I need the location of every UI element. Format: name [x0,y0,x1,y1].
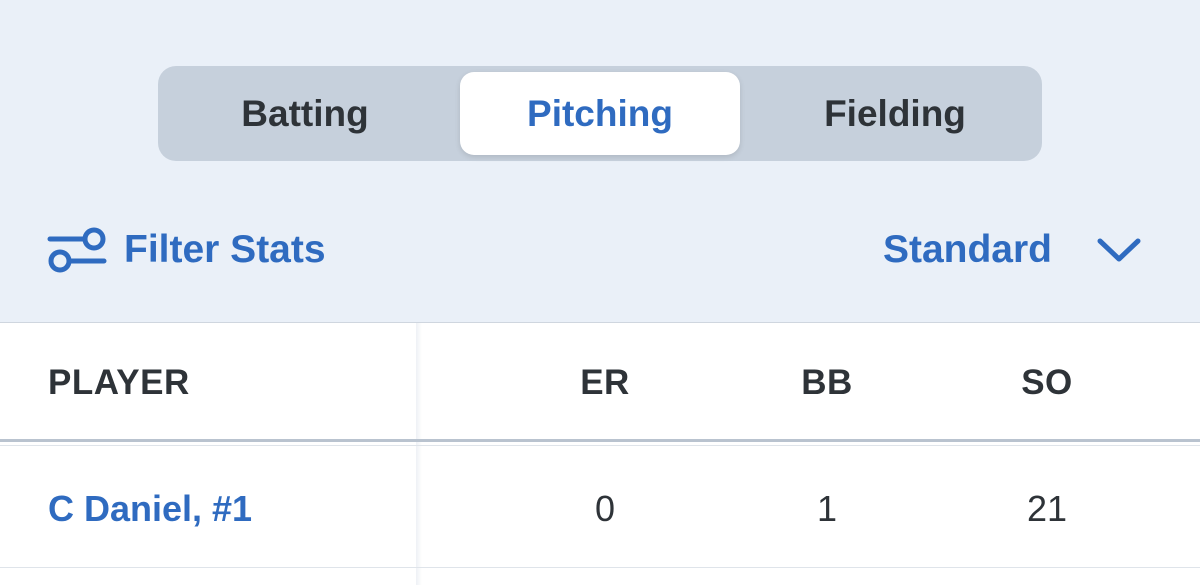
column-header-player[interactable]: PLAYER [48,353,190,413]
column-header-er[interactable]: ER [540,353,670,413]
tab-fielding[interactable]: Fielding [754,72,1036,155]
table-row: C Daniel, #1 0 1 21 [0,447,1200,567]
stat-type-segmented-control: Batting Pitching Fielding [158,66,1042,161]
stat-view-dropdown[interactable]: Standard [883,222,1142,278]
cell-er: 0 [594,488,616,529]
stat-view-selected: Standard [882,228,1052,271]
filter-sliders-icon [47,227,107,273]
column-header-bb[interactable]: BB [762,353,892,413]
cell-bb: 1 [816,488,838,529]
filter-stats-button[interactable]: Filter Stats [46,222,326,278]
table-header-row: PLAYER ER BB SO [0,323,1200,441]
cell-so: 21 [1026,488,1068,529]
header-divider-secondary [0,445,1200,446]
chevron-down-icon [1097,238,1141,262]
row-divider [0,567,1200,568]
player-name-link[interactable]: C Daniel, #1 [48,479,252,539]
column-header-so[interactable]: SO [982,353,1112,413]
stats-header-area: Batting Pitching Fielding Filter Stats S… [0,0,1200,322]
tab-batting[interactable]: Batting [164,72,446,155]
tab-pitching[interactable]: Pitching [460,72,740,155]
pitching-stats-table: PLAYER ER BB SO C Daniel, #1 0 1 21 [0,322,1200,585]
header-divider [0,439,1200,442]
filter-stats-label: Filter Stats [124,228,326,271]
